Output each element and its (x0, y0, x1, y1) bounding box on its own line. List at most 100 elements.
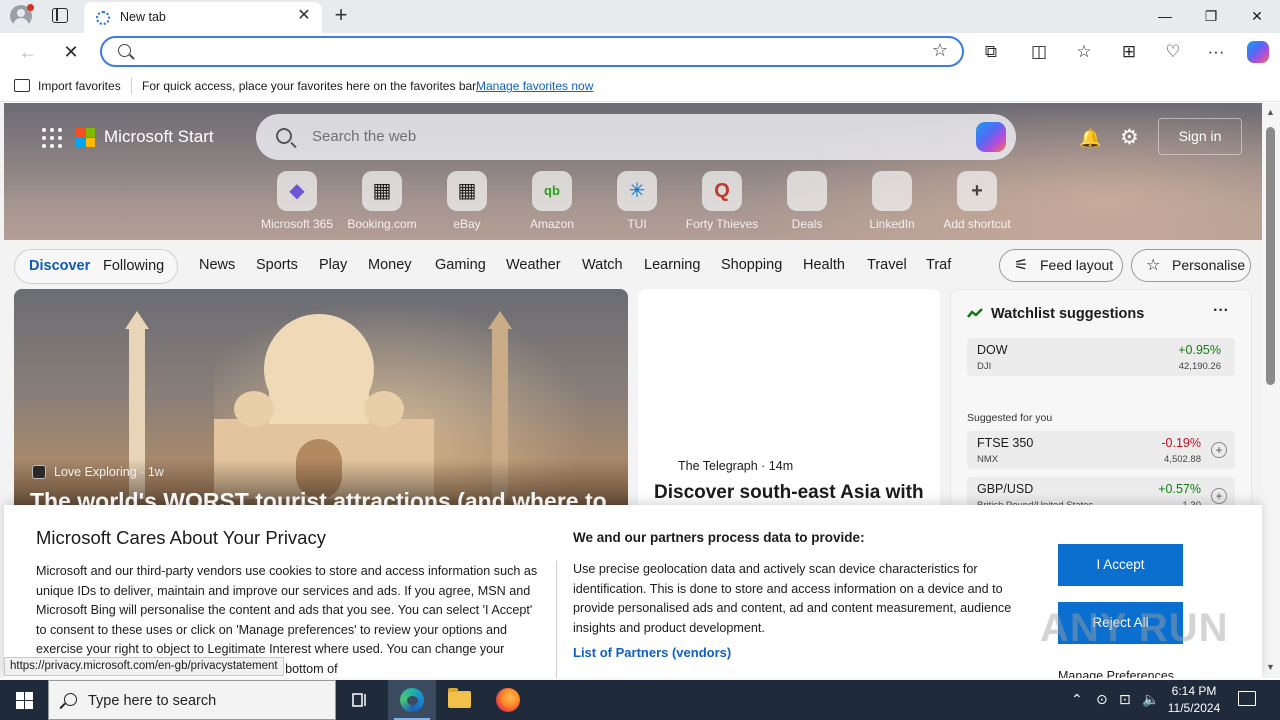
personalise-button[interactable]: ☆ Personalise (1131, 249, 1251, 282)
brand-title[interactable]: Microsoft Start (104, 127, 214, 147)
more-options-icon[interactable]: ··· (1213, 302, 1229, 320)
category-weather[interactable]: Weather (506, 257, 561, 273)
shortcut-tile[interactable]: Q Forty Thieves (682, 171, 762, 231)
partners-body: Use precise geolocation data and activel… (573, 562, 1012, 635)
partners-list-link[interactable]: List of Partners (vendors) (573, 645, 731, 660)
system-clock[interactable]: 6:14 PM 11/5/2024 (1162, 683, 1226, 717)
scroll-thumb[interactable] (1266, 127, 1275, 385)
sliders-icon: ⚟ (1014, 257, 1029, 274)
sign-in-button[interactable]: Sign in (1158, 118, 1242, 155)
category-shopping[interactable]: Shopping (721, 257, 782, 273)
file-explorer-button[interactable] (436, 680, 484, 720)
shortcut-glyph: ✳ (628, 180, 646, 202)
shortcut-tile[interactable]: qb Amazon (512, 171, 592, 231)
shortcut-tile[interactable]: LinkedIn (852, 171, 932, 231)
tab-close-icon[interactable]: ✕ (294, 6, 314, 26)
stock-exchange: DJI (977, 361, 992, 372)
shortcut-tile[interactable]: Deals (767, 171, 847, 231)
shortcut-icon: ▦ (362, 171, 402, 211)
shortcut-tile[interactable]: ◆ Microsoft 365 (257, 171, 337, 231)
new-tab-button[interactable]: + (330, 3, 352, 27)
microsoft-logo-icon (76, 128, 96, 148)
background-image: Microsoft Start Search the web 🔔 ⚙ Sign … (4, 103, 1262, 240)
scroll-up-icon[interactable]: ▲ (1266, 107, 1275, 117)
shortcut-icon: ✳ (617, 171, 657, 211)
accept-button[interactable]: I Accept (1058, 544, 1183, 586)
import-favorites-icon[interactable] (14, 79, 30, 92)
start-windows-icon[interactable] (0, 680, 48, 720)
search-icon (64, 693, 77, 706)
manage-favorites-link[interactable]: Manage favorites now (476, 79, 593, 93)
manage-preferences-link[interactable]: Manage Preferences (1058, 669, 1174, 678)
firefox-button[interactable] (484, 680, 532, 720)
shortcut-icon: qb (532, 171, 572, 211)
folder-icon (448, 688, 471, 708)
app-launcher-icon[interactable] (42, 128, 62, 148)
clock-date: 11/5/2024 (1167, 701, 1221, 715)
stock-change: +0.57% (1158, 482, 1201, 496)
category-gaming[interactable]: Gaming (435, 257, 486, 273)
category-health[interactable]: Health (803, 257, 845, 273)
shortcut-tile[interactable]: ▦ Booking.com (342, 171, 422, 231)
stock-row[interactable]: FTSE 350 NMX -0.19% 4,502.88 + (967, 431, 1235, 469)
shortcut-tile[interactable]: ▦ eBay (427, 171, 507, 231)
category-money[interactable]: Money (368, 257, 412, 273)
minimize-button[interactable]: — (1142, 0, 1188, 32)
category-learning[interactable]: Learning (644, 257, 700, 273)
split-screen-icon[interactable]: ◫ (1026, 39, 1052, 65)
restore-button[interactable]: ❐ (1188, 0, 1234, 32)
card-headline[interactable]: Discover south-east Asia with (654, 482, 924, 504)
browser-essentials-icon[interactable]: ♡ (1160, 39, 1186, 65)
notification-center-icon[interactable] (1238, 691, 1256, 706)
volume-icon[interactable]: 🔈 (1142, 691, 1159, 708)
divider (131, 78, 132, 94)
collections-icon[interactable]: ⊞ (1116, 39, 1142, 65)
tab-discover[interactable]: Discover (29, 258, 90, 274)
category-watch[interactable]: Watch (582, 257, 623, 273)
category-traf[interactable]: Traf (926, 257, 951, 273)
address-input[interactable] (142, 41, 902, 63)
shortcut-glyph: + (971, 180, 983, 202)
scroll-down-icon[interactable]: ▼ (1266, 662, 1275, 672)
copilot-icon[interactable] (1247, 41, 1269, 63)
tray-chevron-icon[interactable]: ⌃ (1071, 691, 1083, 708)
category-sports[interactable]: Sports (256, 257, 298, 273)
category-travel[interactable]: Travel (867, 257, 907, 273)
shortcut-tile[interactable]: ✳ TUI (597, 171, 677, 231)
shortcut-tile[interactable]: + Add shortcut (937, 171, 1017, 231)
add-to-watchlist-icon[interactable]: + (1211, 442, 1227, 458)
page-settings-gear-icon[interactable]: ⚙ (1120, 125, 1139, 150)
network-icon[interactable]: ⊡ (1119, 691, 1131, 708)
shortcut-label: LinkedIn (869, 217, 915, 231)
close-window-button[interactable]: ✕ (1234, 0, 1280, 32)
extensions-icon[interactable]: ⧉ (978, 39, 1004, 65)
category-news[interactable]: News (199, 257, 235, 273)
task-view-button[interactable] (336, 680, 384, 720)
add-to-watchlist-icon[interactable]: + (1211, 488, 1227, 504)
page-scrollbar[interactable]: ▲ ▼ (1262, 103, 1280, 678)
add-favorite-star-icon[interactable]: ☆ (932, 40, 948, 61)
copilot-icon[interactable] (976, 122, 1006, 152)
feed-layout-button[interactable]: ⚟ Feed layout (999, 249, 1123, 282)
tab-following[interactable]: Following (103, 258, 164, 274)
partners-heading: We and our partners process data to prov… (573, 530, 865, 545)
edge-taskbar-button[interactable] (388, 680, 436, 720)
address-bar[interactable]: ☆ (100, 36, 964, 67)
stop-loading-button[interactable]: ✕ (58, 39, 84, 65)
tab-new-tab[interactable]: New tab ✕ (84, 2, 322, 33)
status-bar-url: https://privacy.microsoft.com/en-gb/priv… (4, 657, 284, 676)
web-search-box[interactable]: Search the web (256, 114, 1016, 160)
stock-row[interactable]: DOW DJI +0.95% 42,190.26 (967, 338, 1235, 376)
tray-app-icon[interactable]: ⊙ (1096, 691, 1108, 708)
import-favorites-button[interactable]: Import favorites (38, 79, 121, 93)
category-play[interactable]: Play (319, 257, 347, 273)
shortcut-glyph: qb (544, 183, 560, 198)
notifications-bell-icon[interactable]: 🔔 (1079, 128, 1101, 149)
tab-actions-icon[interactable] (52, 8, 68, 23)
shortcut-icon: + (957, 171, 997, 211)
back-button[interactable]: ← (15, 39, 41, 65)
taskbar-search-box[interactable]: Type here to search (48, 680, 336, 720)
settings-more-icon[interactable]: ··· (1203, 39, 1229, 65)
favorites-icon[interactable]: ☆ (1071, 39, 1097, 65)
edge-icon (400, 688, 424, 712)
